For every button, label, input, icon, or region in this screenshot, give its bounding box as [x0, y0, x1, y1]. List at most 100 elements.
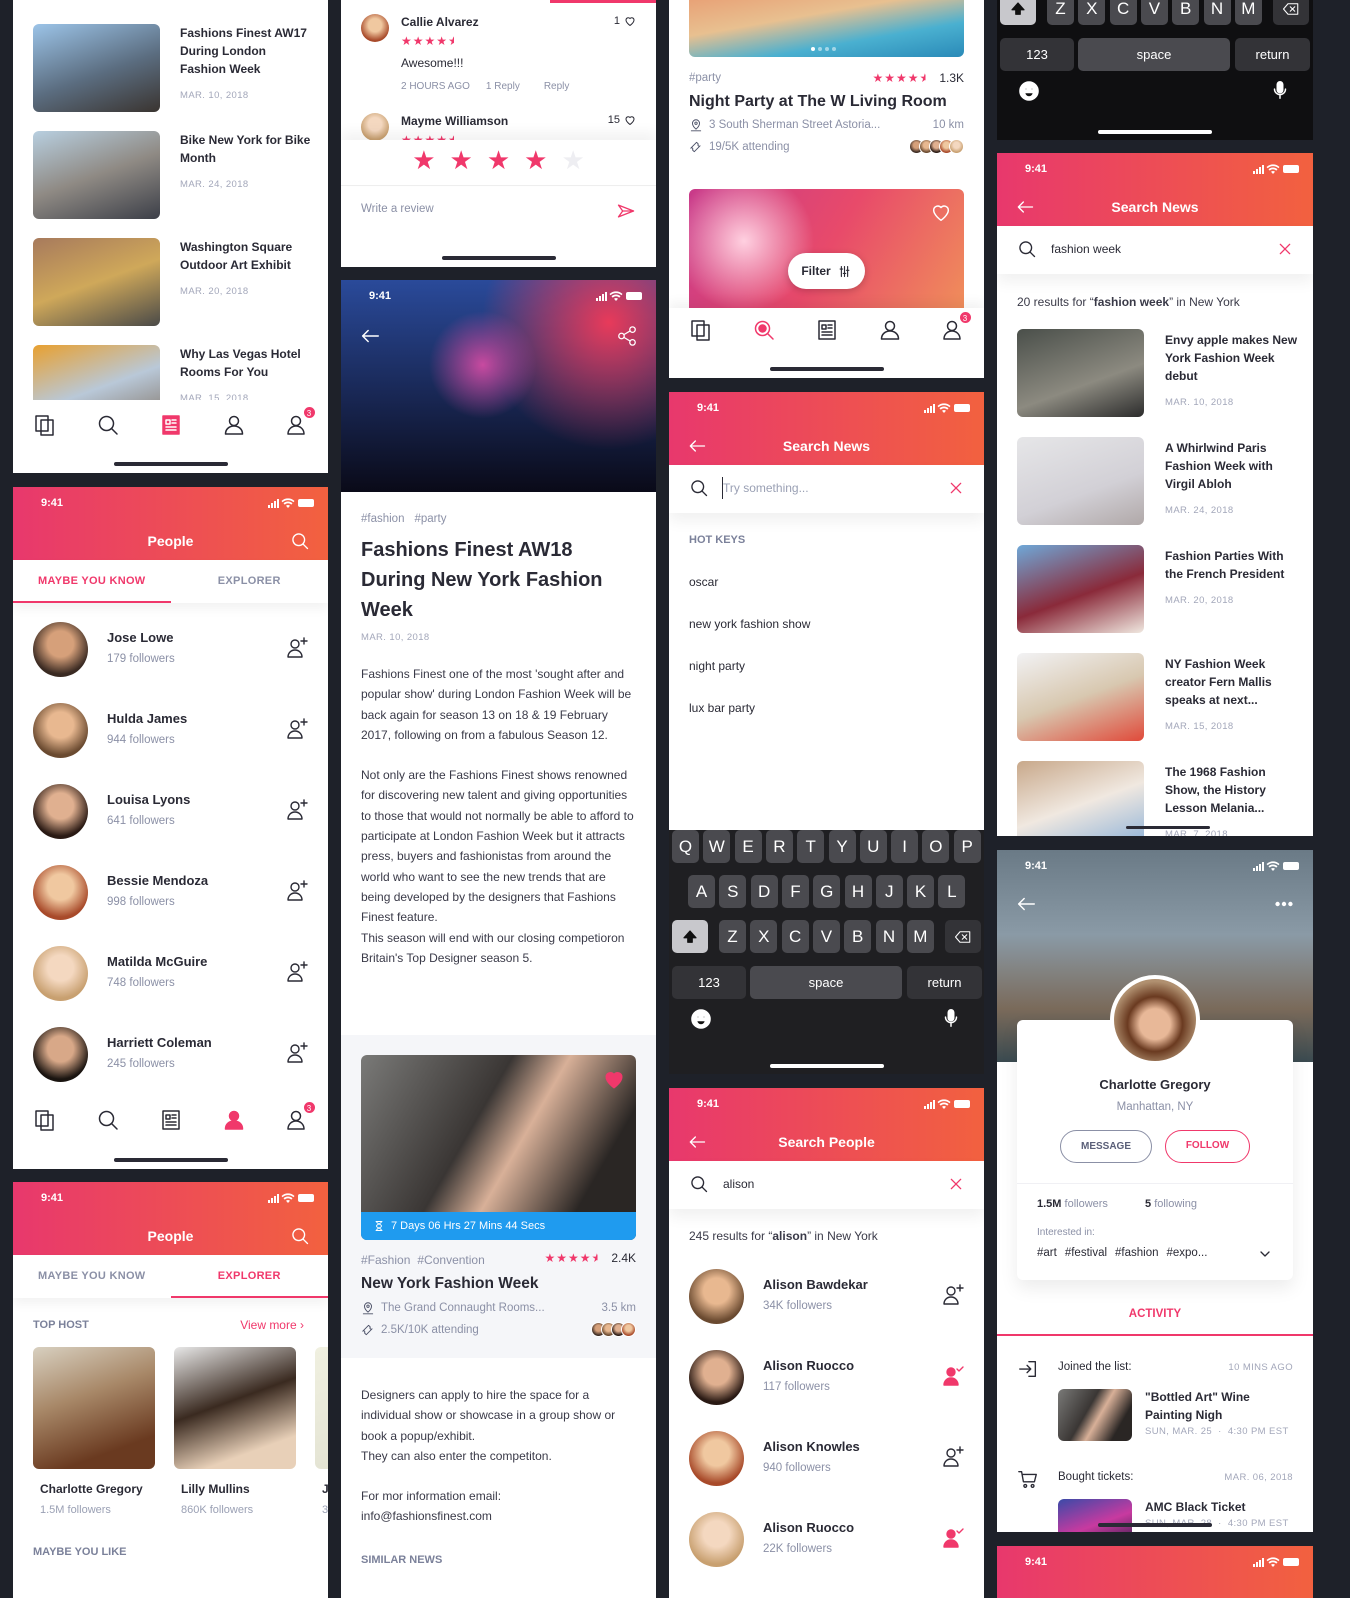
rate-star-button[interactable]: ★ [524, 145, 561, 175]
nav-news[interactable] [814, 317, 840, 343]
nav-copy[interactable] [32, 1107, 58, 1133]
key-r[interactable]: R [765, 830, 793, 863]
search-button[interactable] [290, 1226, 310, 1246]
add-friend-button[interactable] [285, 879, 309, 903]
backspace-key[interactable] [945, 920, 981, 953]
nav-user[interactable]: 3 [284, 1101, 316, 1133]
key-s[interactable]: S [719, 875, 747, 908]
person-row[interactable]: Jose Lowe 179 followers [13, 622, 328, 703]
key-d[interactable]: D [750, 875, 778, 908]
following-button[interactable] [941, 1364, 965, 1388]
host-card[interactable]: Charlotte Gregory 1.5M followers [33, 1347, 155, 1537]
host-card[interactable]: J 3 [315, 1347, 328, 1537]
key-b[interactable]: B [1172, 0, 1200, 25]
nav-search[interactable] [95, 1107, 121, 1133]
key-c[interactable]: C [781, 920, 809, 953]
key-z[interactable]: Z [719, 920, 746, 953]
event-tag[interactable]: #Fashion [361, 1253, 410, 1267]
rate-star-button[interactable]: ★ [561, 145, 598, 175]
nav-copy[interactable] [32, 412, 58, 438]
key-x[interactable]: X [750, 920, 778, 953]
clear-search-button[interactable] [948, 480, 964, 496]
key-c[interactable]: C [1109, 0, 1137, 25]
key-b[interactable]: B [844, 920, 872, 953]
favorite-button[interactable] [930, 201, 952, 223]
key-k[interactable]: K [907, 875, 935, 908]
clear-search-button[interactable] [1277, 241, 1293, 257]
microphone-button[interactable] [1269, 79, 1291, 101]
key-t[interactable]: T [797, 830, 825, 863]
filter-button[interactable]: Filter [788, 253, 865, 289]
news-list-item[interactable]: A Whirlwind Paris Fashion Week with Virg… [997, 437, 1313, 537]
key-g[interactable]: G [813, 875, 841, 908]
activity-item[interactable]: Joined the list: 10 MINS AGO "Bottled Ar… [997, 1358, 1313, 1468]
emoji-button[interactable] [1017, 79, 1041, 103]
search-field[interactable]: Try something... [669, 465, 984, 513]
search-input[interactable]: fashion week [1051, 242, 1121, 256]
space-key[interactable]: space [750, 966, 902, 999]
follow-button[interactable]: FOLLOW [1165, 1130, 1250, 1163]
key-y[interactable]: Y [828, 830, 856, 863]
interest-tag[interactable]: #festival [1065, 1247, 1107, 1259]
like-button[interactable]: 1 [614, 15, 636, 27]
reply-link[interactable]: Reply [544, 81, 570, 92]
numbers-key[interactable]: 123 [1000, 38, 1074, 71]
news-list-item[interactable]: Fashion Parties With the French Presiden… [997, 545, 1313, 645]
more-options-button[interactable] [1273, 893, 1295, 915]
like-button[interactable]: 15 [608, 114, 636, 126]
key-x[interactable]: X [1078, 0, 1106, 25]
add-friend-button[interactable] [941, 1283, 965, 1307]
back-button[interactable] [359, 325, 381, 347]
shift-key[interactable] [672, 920, 708, 953]
search-input[interactable]: alison [723, 1177, 754, 1191]
key-i[interactable]: I [891, 830, 919, 863]
key-v[interactable]: V [812, 920, 840, 953]
add-friend-button[interactable] [285, 798, 309, 822]
key-e[interactable]: E [734, 830, 762, 863]
key-h[interactable]: H [844, 875, 872, 908]
news-list-item[interactable]: Bike New York for Bike Month MAR. 24, 20… [13, 131, 328, 231]
tab-maybe-you-know[interactable]: MAYBE YOU KNOW [13, 1255, 171, 1298]
tab-explorer[interactable]: EXPLORER [171, 560, 329, 603]
key-l[interactable]: L [938, 875, 966, 908]
person-row[interactable]: Alison Knowles 940 followers [669, 1431, 984, 1512]
add-friend-button[interactable] [285, 960, 309, 984]
following-button[interactable] [941, 1526, 965, 1550]
clear-search-button[interactable] [948, 1176, 964, 1192]
nav-news[interactable] [158, 1107, 184, 1133]
key-w[interactable]: W [703, 830, 731, 863]
key-m[interactable]: M [1234, 0, 1262, 25]
numbers-key[interactable]: 123 [672, 966, 746, 999]
share-button[interactable] [616, 325, 638, 347]
key-u[interactable]: U [859, 830, 887, 863]
add-friend-button[interactable] [285, 1041, 309, 1065]
search-field[interactable]: alison [669, 1161, 984, 1209]
emoji-button[interactable] [689, 1007, 713, 1031]
person-row[interactable]: Hulda James 944 followers [13, 703, 328, 784]
add-friend-button[interactable] [285, 717, 309, 741]
news-list-item[interactable]: Fashions Finest AW17 During London Fashi… [13, 24, 328, 124]
nav-user[interactable]: 3 [940, 311, 972, 343]
key-n[interactable]: N [1203, 0, 1231, 25]
replies-link[interactable]: 1 Reply [486, 81, 520, 92]
key-p[interactable]: P [953, 830, 981, 863]
send-button[interactable] [616, 201, 636, 221]
back-button[interactable] [1015, 893, 1037, 915]
space-key[interactable]: space [1078, 38, 1230, 71]
backspace-key[interactable] [1273, 0, 1309, 25]
interest-tag[interactable]: #fashion [1115, 1247, 1158, 1259]
news-list-item[interactable]: The 1968 Fashion Show, the History Lesso… [997, 761, 1313, 836]
tab-maybe-you-know[interactable]: MAYBE YOU KNOW [13, 560, 171, 603]
key-f[interactable]: F [781, 875, 809, 908]
interest-tag[interactable]: #art [1037, 1247, 1057, 1259]
news-list-item[interactable]: Washington Square Outdoor Art Exhibit MA… [13, 238, 328, 338]
rate-star-button[interactable]: ★ [412, 145, 449, 175]
event-card[interactable]: 7 Days 06 Hrs 27 Mins 44 Secs #Fashion #C… [341, 1035, 656, 1358]
hot-key-item[interactable]: lux bar party [689, 701, 755, 715]
rate-star-button[interactable]: ★ [487, 145, 524, 175]
hot-key-item[interactable]: new york fashion show [689, 617, 810, 631]
nav-search[interactable] [751, 317, 777, 343]
scroll-indicator[interactable] [1126, 826, 1210, 829]
add-friend-button[interactable] [285, 636, 309, 660]
nav-copy[interactable] [688, 317, 714, 343]
